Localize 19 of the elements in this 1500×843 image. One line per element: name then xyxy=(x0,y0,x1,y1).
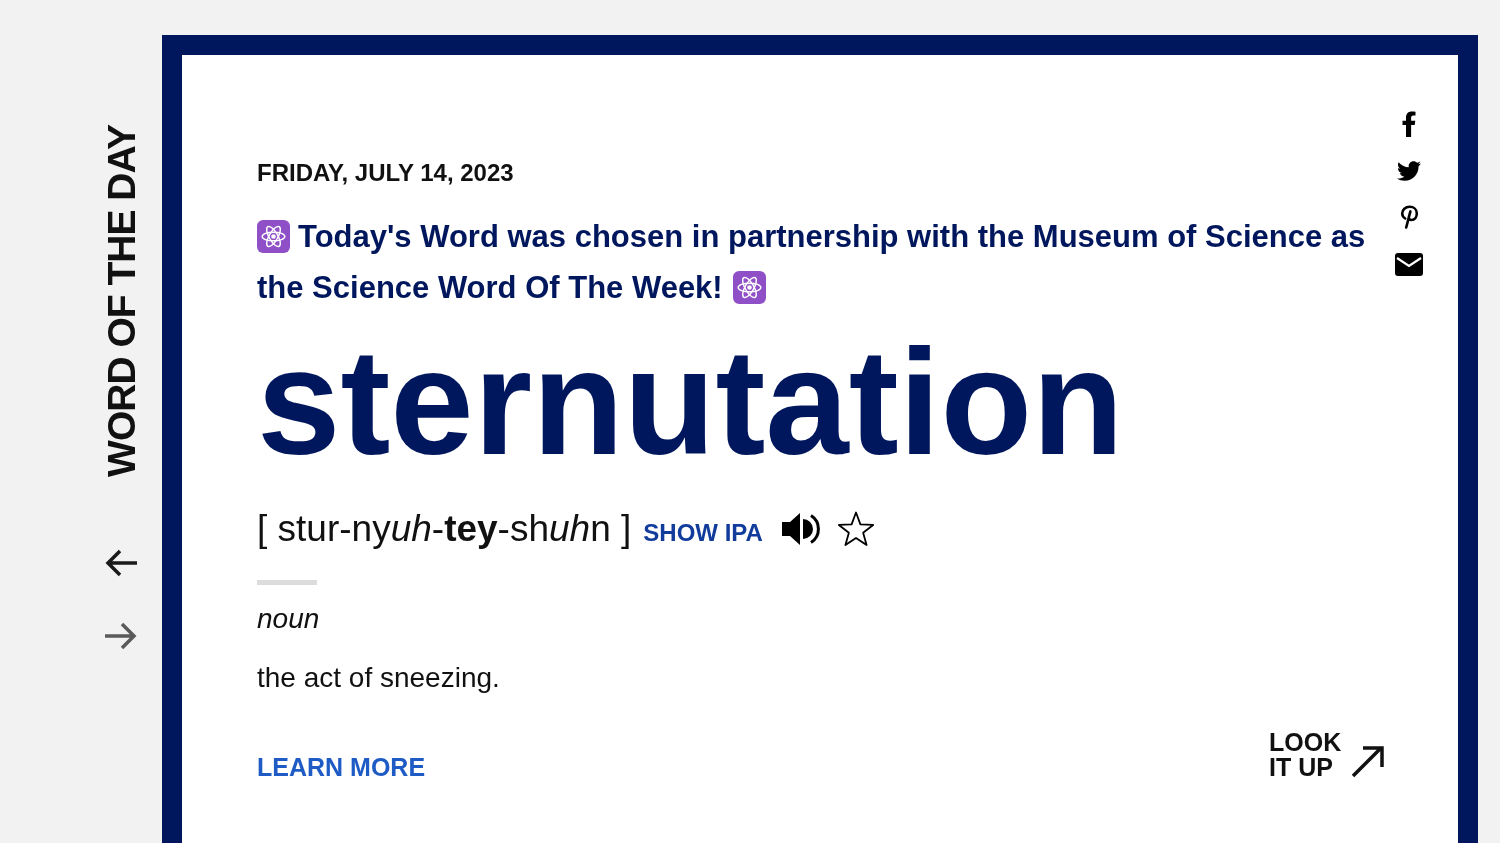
envelope-icon[interactable] xyxy=(1395,253,1423,276)
atom-icon xyxy=(732,271,766,304)
star-icon[interactable] xyxy=(836,511,875,547)
pronunciation-text: [ stur-nyuh-tey-shuhn ] xyxy=(257,507,632,551)
section-title: WORD OF THE DAY xyxy=(101,125,141,477)
arrow-up-right-icon xyxy=(1351,745,1385,778)
learn-more-link[interactable]: LEARN MORE xyxy=(257,755,426,780)
headword: sternutation xyxy=(257,327,1125,477)
definition-text: the act of sneezing. xyxy=(257,661,501,695)
facebook-icon[interactable] xyxy=(1402,111,1416,137)
date-label: FRIDAY, JULY 14, 2023 xyxy=(257,159,515,187)
left-arrow-icon[interactable] xyxy=(104,547,138,578)
banner-text: Today's Word was chosen in partnership with the Museum of Science as the Science Word Of The Week! xyxy=(257,218,1367,307)
part-of-speech: noun xyxy=(257,602,321,636)
bird-icon[interactable] xyxy=(1397,161,1421,181)
atom-icon xyxy=(257,220,290,253)
show-ipa-link[interactable]: SHOW IPA xyxy=(643,519,763,547)
pinterest-icon[interactable] xyxy=(1399,205,1419,229)
look-it-up-link[interactable]: LOOK IT UP xyxy=(1269,730,1385,780)
